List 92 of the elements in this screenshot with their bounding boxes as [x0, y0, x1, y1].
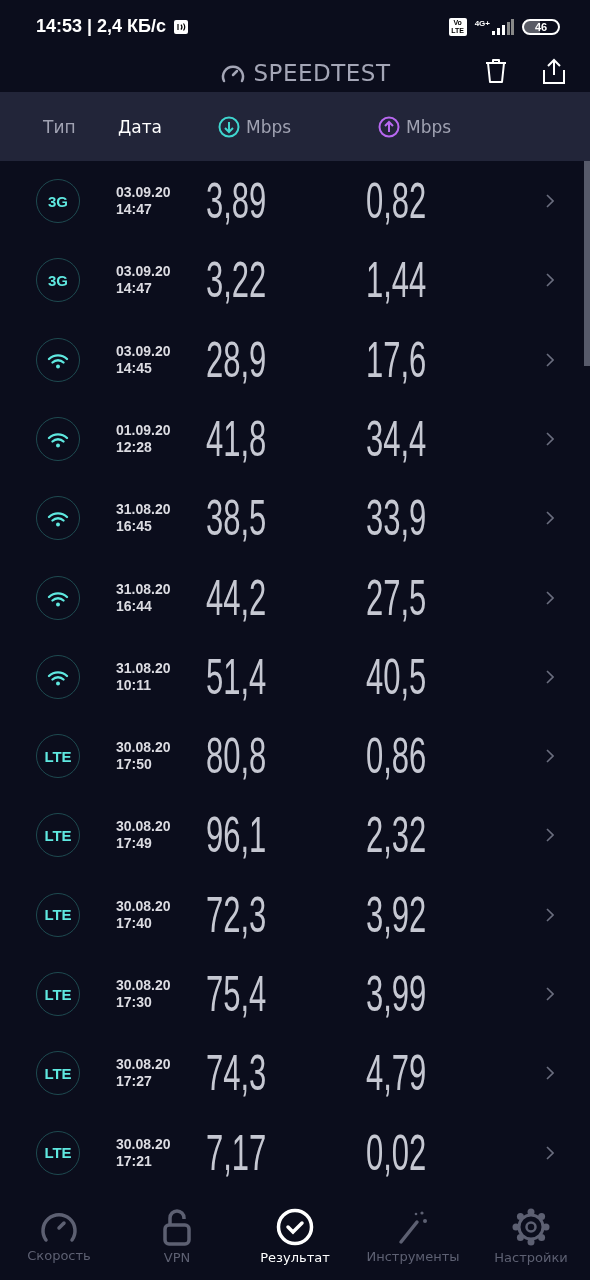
share-icon[interactable] — [542, 57, 566, 84]
result-date: 31.08.20 — [116, 580, 172, 598]
chevron-right-icon[interactable] — [546, 590, 554, 605]
result-time: 17:40 — [116, 914, 153, 932]
app-title: SPEEDTEST — [253, 59, 391, 86]
download-speed: 3,22 — [206, 255, 267, 306]
nav-tab[interactable]: Настройки — [472, 1192, 590, 1280]
result-date: 30.08.20 — [116, 1056, 172, 1074]
open-padlock-icon — [163, 1207, 191, 1246]
result-date: 31.08.20 — [116, 501, 172, 519]
result-time: 10:11 — [116, 676, 153, 694]
chevron-right-icon[interactable] — [546, 352, 554, 367]
nav-tab[interactable]: Скорость — [0, 1192, 118, 1280]
battery-indicator: 46 — [522, 18, 560, 35]
result-time: 14:45 — [116, 359, 153, 377]
column-header[interactable]: Дата — [118, 116, 218, 137]
nav-label: VPN — [163, 1249, 191, 1265]
result-date: 30.08.20 — [116, 739, 172, 757]
result-time: 17:49 — [116, 835, 153, 853]
upload-speed: 27,5 — [366, 572, 427, 623]
result-date: 03.09.20 — [116, 342, 172, 360]
chevron-right-icon[interactable] — [546, 511, 554, 526]
nav-tab[interactable]: Инструменты — [354, 1192, 472, 1280]
result-time: 14:47 — [116, 280, 153, 298]
download-speed: 3,89 — [206, 176, 267, 227]
upload-speed: 33,9 — [366, 493, 427, 544]
result-time: 16:44 — [116, 597, 153, 615]
download-speed: 74,3 — [206, 1048, 267, 1099]
column-header[interactable]: Mbps — [246, 116, 292, 137]
download-icon — [218, 115, 240, 138]
upload-speed: 0,02 — [366, 1127, 427, 1178]
network-label: 4G+ — [474, 18, 490, 28]
chevron-right-icon[interactable] — [546, 1066, 554, 1081]
upload-speed: 2,32 — [366, 810, 427, 861]
result-date: 30.08.20 — [116, 818, 172, 836]
result-date: 01.09.20 — [116, 422, 172, 439]
chevron-right-icon[interactable] — [546, 432, 554, 446]
nav-label: Инструменты — [366, 1248, 460, 1264]
result-time: 14:47 — [116, 201, 153, 219]
check-circle-icon — [276, 1207, 314, 1246]
signal-icon — [492, 18, 514, 35]
result-time: 16:45 — [116, 518, 153, 536]
nav-label: Настройки — [494, 1249, 568, 1265]
download-speed: 7,17 — [206, 1127, 267, 1178]
chevron-right-icon[interactable] — [546, 669, 554, 684]
upload-speed: 0,86 — [366, 731, 427, 782]
chevron-right-icon[interactable] — [546, 907, 554, 922]
result-time: 17:50 — [116, 756, 153, 774]
download-speed: 41,8 — [206, 414, 267, 464]
upload-icon — [378, 115, 400, 138]
result-date: 30.08.20 — [116, 897, 172, 915]
nfc-icon — [174, 19, 189, 34]
result-time: 12:28 — [116, 439, 153, 456]
result-date: 03.09.20 — [116, 184, 172, 202]
gear-icon — [512, 1207, 550, 1246]
trash-icon[interactable] — [484, 57, 508, 84]
chevron-right-icon[interactable] — [546, 194, 554, 209]
upload-speed: 17,6 — [366, 334, 427, 385]
result-date: 03.09.20 — [116, 263, 172, 281]
download-speed: 72,3 — [206, 889, 267, 940]
download-speed: 38,5 — [206, 493, 267, 544]
download-speed: 44,2 — [206, 572, 267, 623]
upload-speed: 4,79 — [366, 1048, 427, 1099]
result-date: 30.08.20 — [116, 1135, 172, 1153]
nav-tab[interactable]: Результат — [236, 1192, 354, 1280]
result-date: 31.08.20 — [116, 659, 172, 677]
download-speed: 51,4 — [206, 651, 267, 702]
chevron-right-icon[interactable] — [546, 987, 554, 1002]
chevron-right-icon[interactable] — [546, 749, 554, 764]
nav-label: Скорость — [27, 1247, 91, 1263]
nav-label: Результат — [260, 1249, 330, 1265]
result-time: 17:30 — [116, 994, 153, 1012]
upload-speed: 34,4 — [366, 414, 427, 464]
download-speed: 80,8 — [206, 731, 267, 782]
result-time: 17:21 — [116, 1152, 153, 1170]
result-date: 30.08.20 — [116, 977, 172, 995]
download-speed: 75,4 — [206, 969, 267, 1020]
upload-speed: 3,99 — [366, 969, 427, 1020]
upload-speed: 3,92 — [366, 889, 427, 940]
upload-speed: 1,44 — [366, 255, 427, 306]
upload-speed: 0,82 — [366, 176, 427, 227]
upload-speed: 40,5 — [366, 651, 427, 702]
download-speed: 28,9 — [206, 334, 267, 385]
column-header[interactable]: Тип — [0, 116, 118, 137]
chevron-right-icon[interactable] — [546, 1145, 554, 1160]
status-time: 14:53 | 2,4 КБ/с — [36, 16, 167, 38]
nav-tab[interactable]: VPN — [118, 1192, 236, 1280]
result-time: 17:27 — [116, 1073, 153, 1091]
chevron-right-icon[interactable] — [546, 828, 554, 843]
column-header[interactable]: Mbps — [406, 116, 452, 137]
download-speed: 96,1 — [206, 810, 267, 861]
chevron-right-icon[interactable] — [546, 273, 554, 288]
